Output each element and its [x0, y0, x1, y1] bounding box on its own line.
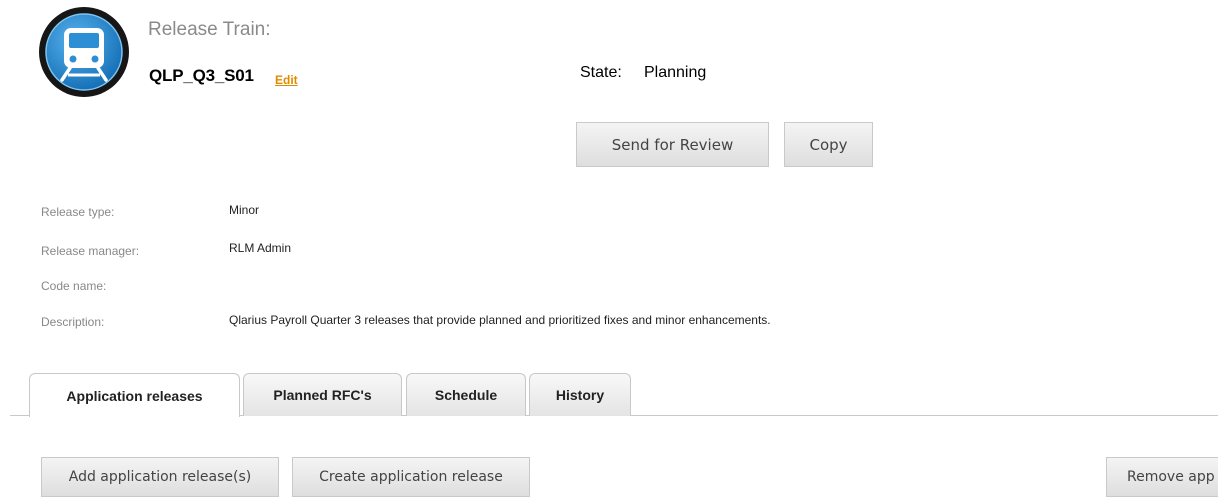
description-value: Qlarius Payroll Quarter 3 releases that …: [229, 313, 771, 327]
release-manager-value: RLM Admin: [229, 241, 292, 255]
edit-link[interactable]: Edit: [275, 73, 298, 87]
tab-history[interactable]: History: [529, 373, 631, 416]
tab-planned-rfcs[interactable]: Planned RFC's: [243, 373, 402, 416]
create-application-release-button[interactable]: Create application release: [292, 457, 530, 497]
send-for-review-button[interactable]: Send for Review: [576, 122, 769, 167]
train-icon: [39, 7, 129, 97]
release-manager-label: Release manager:: [41, 244, 140, 258]
copy-button[interactable]: Copy: [784, 122, 873, 167]
release-type-label: Release type:: [41, 205, 115, 219]
state-value: Planning: [644, 64, 707, 81]
release-train-name: QLP_Q3_S01: [149, 66, 254, 85]
tab-application-releases[interactable]: Application releases: [29, 373, 240, 417]
description-label: Description:: [41, 315, 105, 329]
remove-application-release-button[interactable]: Remove app: [1106, 457, 1218, 497]
code-name-label: Code name:: [41, 279, 107, 293]
tab-schedule[interactable]: Schedule: [406, 373, 526, 416]
page-title: Release Train:: [148, 19, 271, 40]
release-type-value: Minor: [229, 203, 260, 217]
add-application-release-button[interactable]: Add application release(s): [41, 457, 279, 497]
state-label: State:: [580, 64, 622, 81]
